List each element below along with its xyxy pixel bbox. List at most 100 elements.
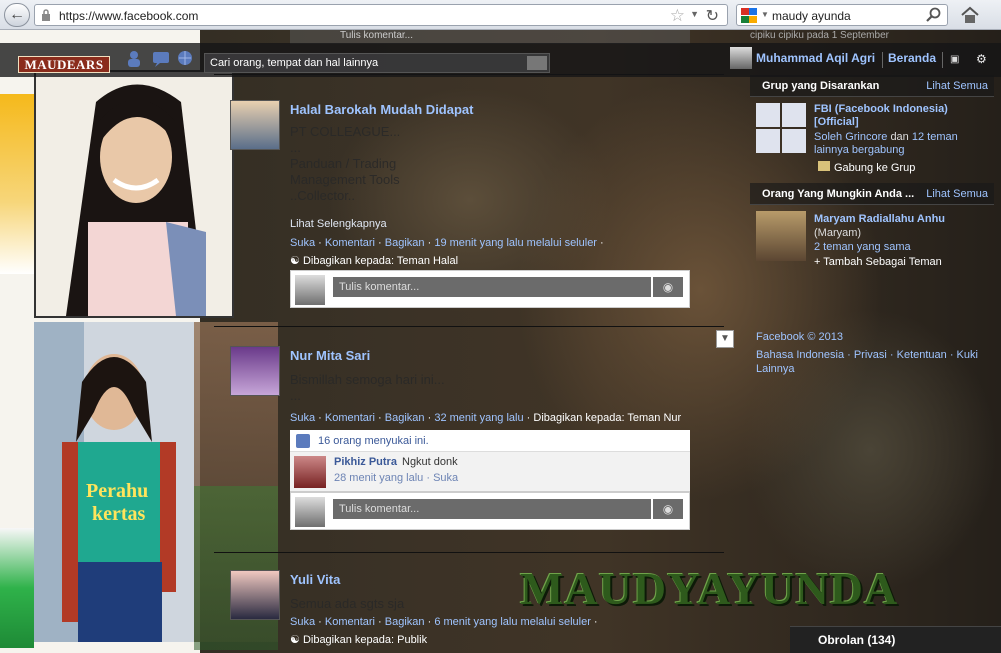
privacy-shortcuts-icon[interactable]: ▣ xyxy=(950,54,959,65)
group-avatar[interactable] xyxy=(756,103,806,153)
facebook-page: Perahu kertas Tulis komentar... cipiku c… xyxy=(0,30,1001,653)
post-avatar[interactable] xyxy=(230,346,280,396)
post-author[interactable]: Halal Barokah Mudah Didapat xyxy=(290,102,473,117)
share-link[interactable]: Bagikan xyxy=(385,237,425,249)
audience-text: Dibagikan kepada: Teman Nur xyxy=(533,412,682,424)
post-body-line: ... xyxy=(290,388,301,403)
post-timestamp[interactable]: 32 menit yang lalu xyxy=(434,412,523,424)
comment-link[interactable]: Komentari xyxy=(325,616,375,628)
commenter-name[interactable]: Pikhiz Putra xyxy=(334,456,397,468)
camera-icon[interactable]: ◉ xyxy=(653,277,683,297)
comment-input[interactable]: Tulis komentar... xyxy=(333,499,651,519)
comment-box: Tulis komentar... ◉ xyxy=(290,270,690,308)
footer-links[interactable]: Bahasa Indonesia · Privasi · Ketentuan ·… xyxy=(756,348,996,376)
home-icon[interactable] xyxy=(960,5,980,25)
join-group-button[interactable]: Gabung ke Grup xyxy=(818,161,915,174)
site-logo[interactable]: MAUDEARS xyxy=(18,56,110,73)
post-timestamp[interactable]: 6 menit yang lalu melalui seluler xyxy=(434,616,591,628)
url-bar[interactable]: https://www.facebook.com ☆ ▼ ↻ xyxy=(34,4,728,26)
post-avatar[interactable] xyxy=(230,100,280,150)
reload-icon[interactable]: ↻ xyxy=(706,6,719,26)
footer-copyright[interactable]: Facebook © 2013 xyxy=(756,330,843,344)
facebook-search-box[interactable]: Cari orang, tempat dan hal lainnya xyxy=(204,53,550,73)
group-member-link[interactable]: Soleh Grincore xyxy=(814,131,887,143)
group-icon xyxy=(818,161,830,171)
comment-timestamp[interactable]: 28 menit yang lalu xyxy=(334,472,423,484)
comment-input[interactable]: Tulis komentar... xyxy=(333,277,651,297)
back-button[interactable]: ← xyxy=(4,3,30,27)
comment-placeholder: Tulis komentar... xyxy=(339,281,420,293)
comment-item: Pikhiz Putra Ngkut donk 28 menit yang la… xyxy=(290,452,690,492)
camera-icon[interactable]: ◉ xyxy=(653,499,683,519)
feed-post: Nur Mita Sari Bismillah semoga hari ini.… xyxy=(214,326,724,550)
share-link[interactable]: Bagikan xyxy=(385,412,425,424)
facebook-search-button[interactable] xyxy=(527,56,547,70)
post-divider xyxy=(214,552,724,553)
divider xyxy=(942,52,943,68)
bookmark-star-icon[interactable]: ☆ xyxy=(670,6,685,26)
browser-search-box[interactable]: ▼ maudy ayunda xyxy=(736,4,948,26)
chat-bar[interactable]: Obrolan (134) xyxy=(790,626,1001,653)
people-header: Orang Yang Mungkin Anda ... Lihat Semua xyxy=(750,183,994,205)
divider xyxy=(882,52,883,68)
post-actions: Suka · Komentari · Bagikan · 19 menit ya… xyxy=(290,237,604,249)
group-name[interactable]: FBI (Facebook Indonesia) [Official] xyxy=(814,103,994,129)
url-text: https://www.facebook.com xyxy=(59,9,199,23)
svg-text:kertas: kertas xyxy=(92,503,146,525)
browser-toolbar: ← https://www.facebook.com ☆ ▼ ↻ ▼ maudy… xyxy=(0,0,1001,30)
post-timestamp[interactable]: 19 menit yang lalu melalui seluler xyxy=(434,237,597,249)
home-link[interactable]: Beranda xyxy=(888,51,936,65)
post-body-line: Bismillah semoga hari ini... xyxy=(290,372,445,387)
audience-label: ☯ Dibagikan kepada: Publik xyxy=(290,633,427,646)
commenter-avatar[interactable] xyxy=(294,456,326,488)
profile-photo-1 xyxy=(34,70,234,318)
settings-gear-icon[interactable]: ⚙ xyxy=(976,52,987,66)
post-body-line: Management Tools xyxy=(290,172,400,187)
user-avatar[interactable] xyxy=(730,47,752,69)
feed-post: Halal Barokah Mudah Didapat PT COLLEAGUE… xyxy=(214,74,724,324)
groups-see-all-link[interactable]: Lihat Semua xyxy=(926,80,988,92)
friend-requests-icon[interactable] xyxy=(126,49,146,67)
suggested-person-avatar[interactable] xyxy=(756,211,806,261)
comment-link[interactable]: Komentari xyxy=(325,237,375,249)
post-author[interactable]: Yuli Vita xyxy=(290,572,340,587)
messages-icon[interactable] xyxy=(151,49,171,67)
mutual-friends-link[interactable]: 2 teman yang sama xyxy=(814,241,911,254)
user-avatar xyxy=(295,497,325,527)
post-actions: Suka · Komentari · Bagikan · 32 menit ya… xyxy=(290,412,682,424)
comment-like-link[interactable]: Suka xyxy=(433,472,458,484)
post-author[interactable]: Nur Mita Sari xyxy=(290,348,370,363)
url-dropdown-icon[interactable]: ▼ xyxy=(690,9,699,19)
search-icon[interactable] xyxy=(926,7,942,23)
post-body: Semua ada sgts sja xyxy=(290,596,404,612)
comment-box: Tulis komentar... ◉ xyxy=(290,492,690,530)
like-link[interactable]: Suka xyxy=(290,237,315,249)
notifications-icon[interactable] xyxy=(175,49,195,67)
comment-meta: 28 menit yang lalu · Suka xyxy=(334,472,459,484)
see-more-link[interactable]: Lihat Selengkapnya xyxy=(290,218,387,230)
share-link[interactable]: Bagikan xyxy=(385,616,425,628)
likes-summary[interactable]: 16 orang menyukai ini. xyxy=(290,430,690,452)
post-body: Bismillah semoga hari ini... ... xyxy=(290,372,445,404)
groups-header: Grup yang Disarankan Lihat Semua xyxy=(750,75,994,97)
join-group-label: Gabung ke Grup xyxy=(834,162,916,174)
people-header-title: Orang Yang Mungkin Anda ... xyxy=(762,188,915,200)
post-options-chevron-icon[interactable]: ▼ xyxy=(716,330,734,348)
comment-link[interactable]: Komentari xyxy=(325,412,375,424)
people-see-all-link[interactable]: Lihat Semua xyxy=(926,188,988,200)
search-engine-dropdown-icon[interactable]: ▼ xyxy=(761,10,769,19)
user-name-link[interactable]: Muhammad Aqil Agri xyxy=(756,51,875,65)
post-actions: Suka · Komentari · Bagikan · 6 menit yan… xyxy=(290,616,598,628)
likes-count[interactable]: 16 orang menyukai ini. xyxy=(318,435,429,447)
svg-text:Perahu: Perahu xyxy=(86,480,148,502)
add-friend-button[interactable]: + Tambah Sebagai Teman xyxy=(814,256,942,268)
post-avatar[interactable] xyxy=(230,570,280,620)
like-link[interactable]: Suka xyxy=(290,616,315,628)
previous-comment-box[interactable]: Tulis komentar... xyxy=(290,30,690,44)
google-icon xyxy=(741,8,757,23)
like-link[interactable]: Suka xyxy=(290,412,315,424)
comment-placeholder: Tulis komentar... xyxy=(339,503,420,515)
suggested-person-name[interactable]: Maryam Radiallahu Anhu xyxy=(814,213,994,226)
suggested-person-alias: (Maryam) xyxy=(814,227,862,239)
yellow-stripe xyxy=(0,94,34,274)
